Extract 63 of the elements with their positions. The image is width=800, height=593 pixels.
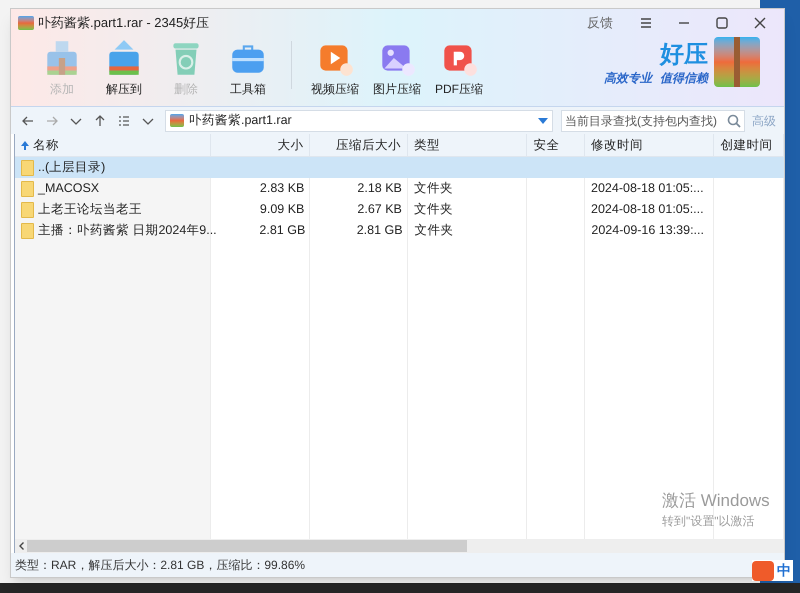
folder-icon bbox=[21, 160, 34, 176]
archive-icon bbox=[170, 114, 184, 127]
menu-icon bbox=[639, 16, 653, 30]
brand-name: 好压 bbox=[660, 41, 708, 69]
column-header[interactable]: 安全 bbox=[527, 134, 586, 156]
column-header[interactable]: 类型 bbox=[408, 134, 528, 156]
table-cell-text: 9.09 KB bbox=[260, 201, 304, 218]
folder-icon bbox=[21, 180, 34, 196]
table-cell-text: 2024-08-18 01:05:... bbox=[591, 201, 704, 218]
maximize-icon bbox=[715, 16, 729, 30]
column-header[interactable]: 修改时间 bbox=[585, 134, 714, 156]
forward-icon bbox=[45, 114, 59, 128]
status-text: 类型：RAR，解压后大小：2.81 GB，压缩比：99.86% bbox=[15, 557, 306, 574]
horizontal-scrollbar[interactable] bbox=[15, 539, 784, 553]
toolbar-button[interactable]: 图片压缩 bbox=[366, 37, 428, 96]
column-header[interactable]: 压缩后大小 bbox=[310, 134, 408, 156]
column-header[interactable]: 名称 bbox=[15, 134, 211, 156]
toolbar-button[interactable]: 工具箱 bbox=[217, 37, 279, 96]
table-cell-text: 文件夹 bbox=[414, 180, 453, 198]
table-cell-text: 2.81 GB bbox=[259, 222, 306, 240]
app-icon bbox=[18, 16, 34, 30]
search-icon[interactable] bbox=[727, 114, 741, 128]
table-cell-text: 2.81 GB bbox=[356, 222, 403, 240]
chevron-left-icon bbox=[18, 542, 24, 550]
file-row[interactable]: ..(上层目录) bbox=[15, 157, 784, 178]
table-cell-text: 2.83 KB bbox=[260, 180, 304, 198]
table-cell-text: ..(上层目录) bbox=[38, 159, 106, 176]
toolbar-button[interactable]: PDF压缩 bbox=[428, 37, 490, 96]
search-field[interactable]: 当前目录查找(支持包内查找) bbox=[561, 110, 745, 132]
column-header[interactable]: 大小 bbox=[210, 134, 310, 156]
table-cell-text: 文件夹 bbox=[414, 222, 454, 240]
table-cell-text: _MACOSX bbox=[38, 180, 100, 198]
back-icon bbox=[21, 114, 35, 128]
sort-arrow-icon bbox=[21, 140, 29, 150]
table-cell-text: 2.67 KB bbox=[357, 201, 402, 218]
window-title: 卟药酱紫.part1.rar - 2345好压 bbox=[38, 14, 210, 32]
scrollbar-thumb[interactable] bbox=[27, 540, 467, 552]
brand-slogan: 值得信赖 bbox=[660, 70, 708, 87]
table-cell-text: 2024-09-16 13:39:... bbox=[591, 222, 704, 240]
file-row[interactable]: 主播：卟药酱紫 日期2024年9... 2.81 GB 2.81 GB 文件夹 2024-09-16 13:39:... bbox=[15, 220, 784, 241]
file-row[interactable]: _MACOSX 2.83 KB 2.18 KB 文件夹 2024-08-18 01:05:... bbox=[15, 178, 784, 199]
logo-icon bbox=[714, 37, 760, 87]
file-row[interactable]: 上老王论坛当老王 9.09 KB 2.67 KB 文件夹 2024-08-18 01:05:... bbox=[15, 199, 784, 220]
table-cell-text: 文件夹 bbox=[414, 201, 453, 218]
table-cell-text: 2024-08-18 01:05:... bbox=[591, 180, 704, 198]
toolbar-button[interactable]: 解压到 bbox=[93, 37, 155, 96]
folder-icon bbox=[21, 222, 34, 238]
table-cell-text: 2.18 KB bbox=[357, 180, 402, 198]
activation-notice: 激活 Windows bbox=[662, 490, 770, 512]
toolbar-button[interactable]: 视频压缩 bbox=[304, 37, 366, 96]
activation-hint: 转到"设置"以激活 bbox=[662, 513, 756, 530]
folder-icon bbox=[21, 202, 34, 218]
ime-logo-icon[interactable] bbox=[752, 560, 774, 580]
table-cell-text: 上老王论坛当老王 bbox=[38, 201, 142, 218]
feedback-link[interactable]: 反馈 bbox=[587, 13, 613, 33]
close-icon bbox=[753, 16, 767, 30]
column-header[interactable]: 创建时间 bbox=[714, 134, 784, 156]
list-view-icon bbox=[117, 114, 131, 128]
brand-slogan: 高效专业 bbox=[604, 70, 652, 87]
table-cell-text: 主播：卟药酱紫 日期2024年9... bbox=[38, 222, 217, 240]
dropdown-arrow-icon[interactable] bbox=[538, 118, 548, 124]
address-bar[interactable]: 卟药酱紫.part1.rar bbox=[165, 110, 553, 132]
up-arrow-icon bbox=[93, 114, 107, 128]
